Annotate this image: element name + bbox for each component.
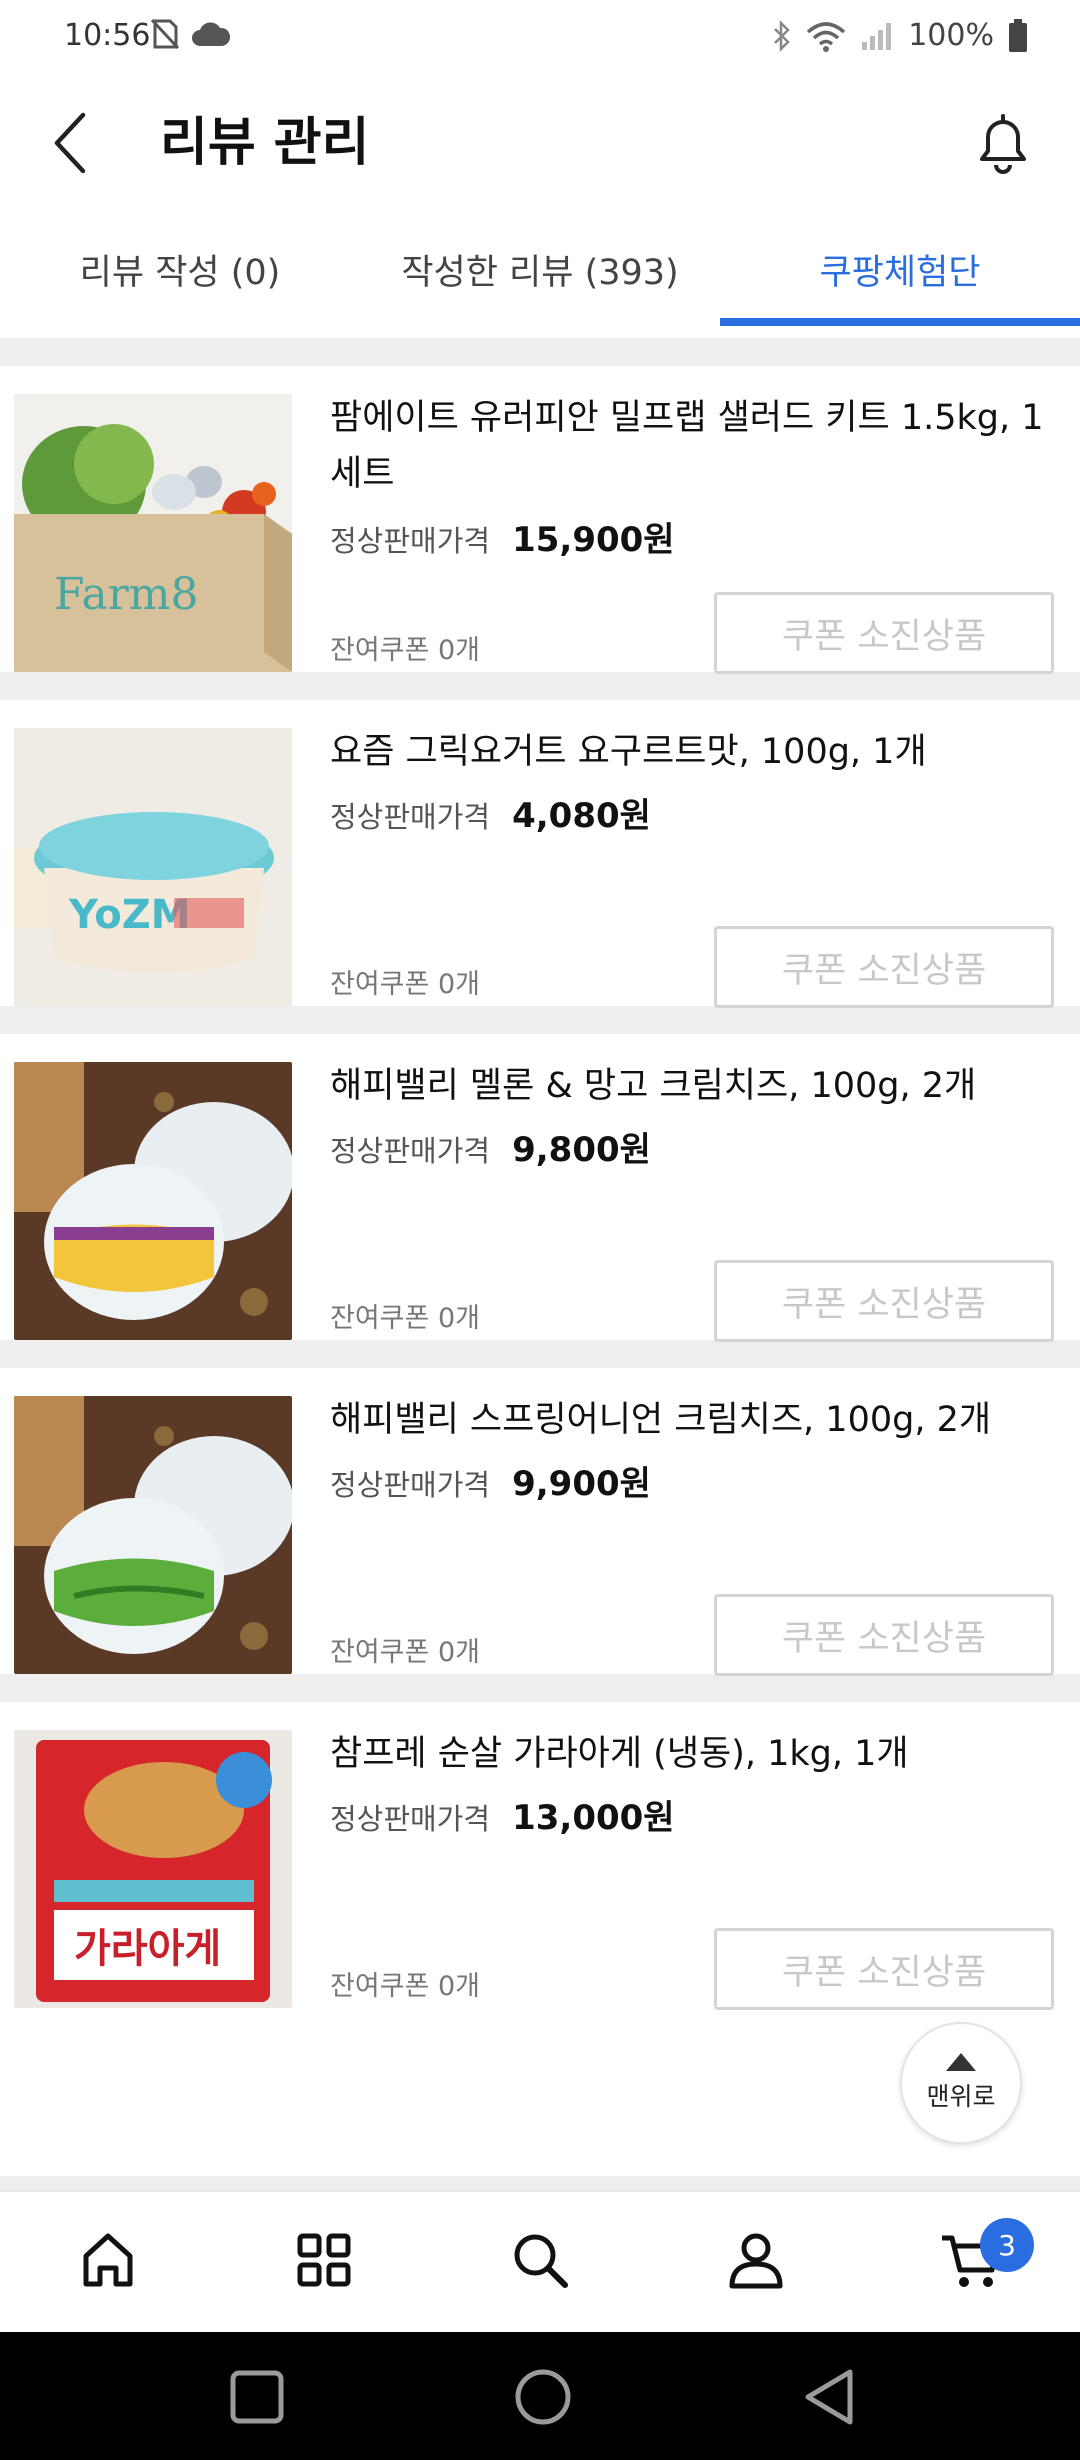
back-system-button[interactable] (794, 2362, 864, 2432)
coupon-soldout-button[interactable]: 쿠폰 소진상품 (714, 1594, 1054, 1676)
nav-mypage[interactable] (716, 2220, 796, 2300)
price-value: 15,900원 (512, 520, 675, 560)
price-row: 정상판매가격 4,080원 (330, 788, 651, 837)
status-right: 100% (772, 18, 1028, 53)
product-image-chicken-karaage[interactable]: 가라아게 (14, 1730, 292, 2008)
signal-icon (862, 22, 892, 50)
square-icon (230, 2370, 284, 2424)
home-system-button[interactable] (508, 2362, 578, 2432)
cart-count-badge: 3 (980, 2218, 1034, 2272)
price-label: 정상판매가격 (330, 524, 491, 558)
battery-icon (1009, 18, 1027, 52)
remaining-coupons: 잔여쿠폰 0개 (330, 1971, 480, 2002)
product-name[interactable]: 참프레 순살 가라아게 (냉동), 1kg, 1개 (330, 1726, 1050, 1782)
remaining-coupons: 잔여쿠폰 0개 (330, 1303, 480, 1334)
category-grid-icon (297, 2233, 351, 2287)
recent-apps-button[interactable] (222, 2362, 292, 2432)
nav-home[interactable] (68, 2220, 148, 2300)
svg-text:가라아게: 가라아게 (74, 1926, 221, 1972)
scroll-to-top-button[interactable]: 맨위로 (900, 2022, 1022, 2144)
user-icon (729, 2233, 783, 2289)
product-list: Farm8 팜에이트 유러피안 밀프랩 샐러드 키트 1.5kg, 1세트 정상… (0, 366, 1080, 2036)
home-icon (83, 2233, 133, 2287)
product-name[interactable]: 팜에이트 유러피안 밀프랩 샐러드 키트 1.5kg, 1세트 (330, 390, 1050, 502)
chevron-left-icon (54, 112, 86, 174)
circle-icon (515, 2369, 571, 2425)
scroll-to-top-label: 맨위로 (926, 2082, 996, 2111)
product-name[interactable]: 해피밸리 멜론 & 망고 크림치즈, 100g, 2개 (330, 1058, 1050, 1114)
coupon-soldout-button[interactable]: 쿠폰 소진상품 (714, 592, 1054, 674)
price-label: 정상판매가격 (330, 1468, 491, 1502)
battery-percent: 100% (908, 18, 994, 53)
bottom-navigation: 3 (0, 2190, 1080, 2332)
product-image-salad-kit[interactable]: Farm8 (14, 394, 292, 672)
cloud-icon (192, 22, 230, 46)
nav-search[interactable] (500, 2220, 580, 2300)
product-card[interactable]: 해피밸리 멜론 & 망고 크림치즈, 100g, 2개 정상판매가격 9,800… (0, 1034, 1080, 1368)
bluetooth-icon (774, 19, 790, 52)
search-icon (514, 2234, 568, 2288)
remaining-coupons: 잔여쿠폰 0개 (330, 1637, 480, 1668)
price-value: 13,000원 (512, 1798, 675, 1838)
notification-button[interactable] (966, 106, 1040, 180)
price-value: 9,900원 (512, 1464, 651, 1504)
price-row: 정상판매가격 13,000원 (330, 1790, 675, 1839)
no-sim-icon (150, 18, 180, 50)
price-value: 9,800원 (512, 1130, 651, 1170)
tab-write-review[interactable]: 리뷰 작성 (0) (0, 208, 360, 330)
app-header: 리뷰 관리 (0, 78, 1080, 208)
price-row: 정상판매가격 15,900원 (330, 512, 675, 561)
nav-category[interactable] (284, 2220, 364, 2300)
coupon-soldout-button[interactable]: 쿠폰 소진상품 (714, 1928, 1054, 2010)
product-image-melon-mango-cheese[interactable] (14, 1062, 292, 1340)
tab-written-reviews[interactable]: 작성한 리뷰 (393) (360, 208, 720, 330)
tab-experience-group[interactable]: 쿠팡체험단 (720, 208, 1080, 330)
caret-up-icon (946, 2053, 976, 2071)
product-name[interactable]: 해피밸리 스프링어니언 크림치즈, 100g, 2개 (330, 1392, 1050, 1448)
price-row: 정상판매가격 9,800원 (330, 1122, 651, 1171)
product-image-spring-onion-cheese[interactable] (14, 1396, 292, 1674)
triangle-back-icon (805, 2369, 853, 2425)
coupon-soldout-button[interactable]: 쿠폰 소진상품 (714, 1260, 1054, 1342)
status-time: 10:56 (64, 18, 151, 53)
system-navigation-bar (0, 2332, 1080, 2460)
product-card[interactable]: Farm8 팜에이트 유러피안 밀프랩 샐러드 키트 1.5kg, 1세트 정상… (0, 366, 1080, 700)
svg-text:Farm8: Farm8 (54, 569, 199, 620)
page-title: 리뷰 관리 (160, 113, 370, 173)
price-label: 정상판매가격 (330, 1802, 491, 1836)
price-label: 정상판매가격 (330, 800, 491, 834)
back-button[interactable] (36, 108, 106, 178)
remaining-coupons: 잔여쿠폰 0개 (330, 969, 480, 1000)
price-label: 정상판매가격 (330, 1134, 491, 1168)
review-tabs: 리뷰 작성 (0) 작성한 리뷰 (393) 쿠팡체험단 (0, 208, 1080, 330)
product-image-greek-yogurt[interactable]: YoZM (14, 728, 292, 1006)
status-left-icons (150, 18, 230, 50)
section-divider (0, 2176, 1080, 2190)
product-card[interactable]: 가라아게 참프레 순살 가라아게 (냉동), 1kg, 1개 정상판매가격 13… (0, 1702, 1080, 2036)
section-divider (0, 338, 1080, 366)
active-tab-indicator (720, 318, 1080, 326)
remaining-coupons: 잔여쿠폰 0개 (330, 635, 480, 666)
status-bar: 10:56 100% (0, 0, 1080, 78)
svg-text:YoZM: YoZM (68, 892, 191, 938)
wifi-icon (807, 21, 846, 52)
product-card[interactable]: 해피밸리 스프링어니언 크림치즈, 100g, 2개 정상판매가격 9,900원… (0, 1368, 1080, 1702)
coupon-soldout-button[interactable]: 쿠폰 소진상품 (714, 926, 1054, 1008)
price-row: 정상판매가격 9,900원 (330, 1456, 651, 1505)
bell-icon (980, 114, 1026, 174)
product-name[interactable]: 요즘 그릭요거트 요구르트맛, 100g, 1개 (330, 724, 1050, 780)
price-value: 4,080원 (512, 796, 651, 836)
product-card[interactable]: YoZM 요즘 그릭요거트 요구르트맛, 100g, 1개 정상판매가격 4,0… (0, 700, 1080, 1034)
